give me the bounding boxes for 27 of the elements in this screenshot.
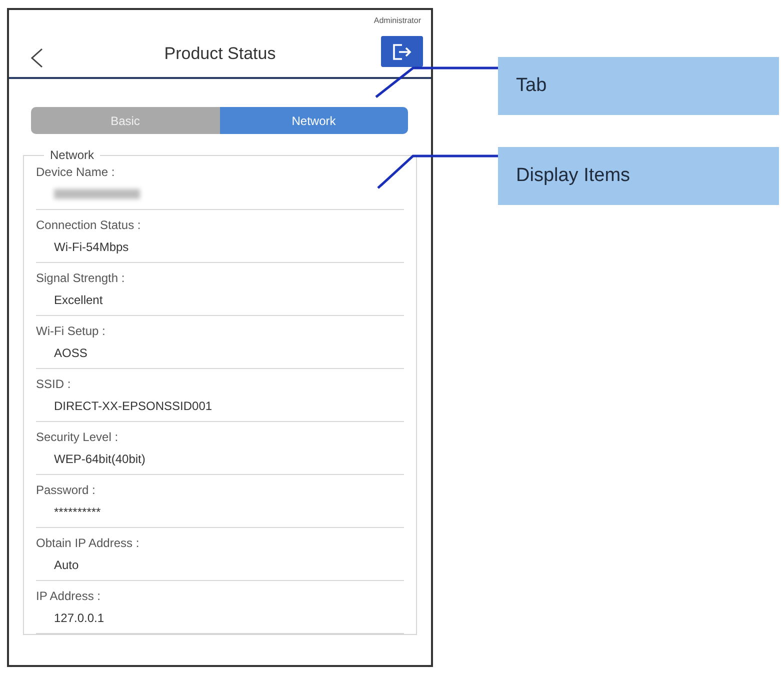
- field-value: Auto: [54, 558, 79, 572]
- field-label: Wi-Fi Setup :: [36, 323, 106, 340]
- field-label: Obtain IP Address :: [36, 535, 140, 552]
- page-title: Product Status: [163, 44, 277, 64]
- logout-button[interactable]: [381, 36, 423, 67]
- tab[interactable]: Basic: [31, 107, 220, 134]
- field-label: Security Level :: [36, 429, 120, 446]
- field-label: SSID :: [36, 376, 72, 393]
- field-label: Connection Status :: [36, 217, 142, 234]
- callout-label: Display Items: [498, 147, 779, 205]
- field-value: DIRECT-XX-EPSONSSID001: [54, 399, 212, 413]
- field-value: Excellent: [54, 293, 103, 307]
- section-legend: Network: [44, 148, 100, 162]
- tab[interactable]: Network: [220, 107, 408, 134]
- field-value: **********: [54, 505, 101, 519]
- field-value: Wi-Fi-54Mbps: [54, 240, 129, 254]
- field-label: Signal Strength :: [36, 270, 126, 287]
- field-value: AOSS: [54, 346, 88, 360]
- logout-icon: [391, 42, 413, 62]
- field-value: 127.0.0.1: [54, 611, 104, 625]
- account-label: Administrator: [374, 16, 421, 25]
- callout-label: Tab: [498, 57, 779, 115]
- back-icon[interactable]: [31, 48, 43, 68]
- field-label: IP Address :: [36, 588, 102, 605]
- field-value: WEP-64bit(40bit): [54, 452, 146, 466]
- field-label: Password :: [36, 482, 96, 499]
- field-label: Device Name :: [36, 164, 116, 181]
